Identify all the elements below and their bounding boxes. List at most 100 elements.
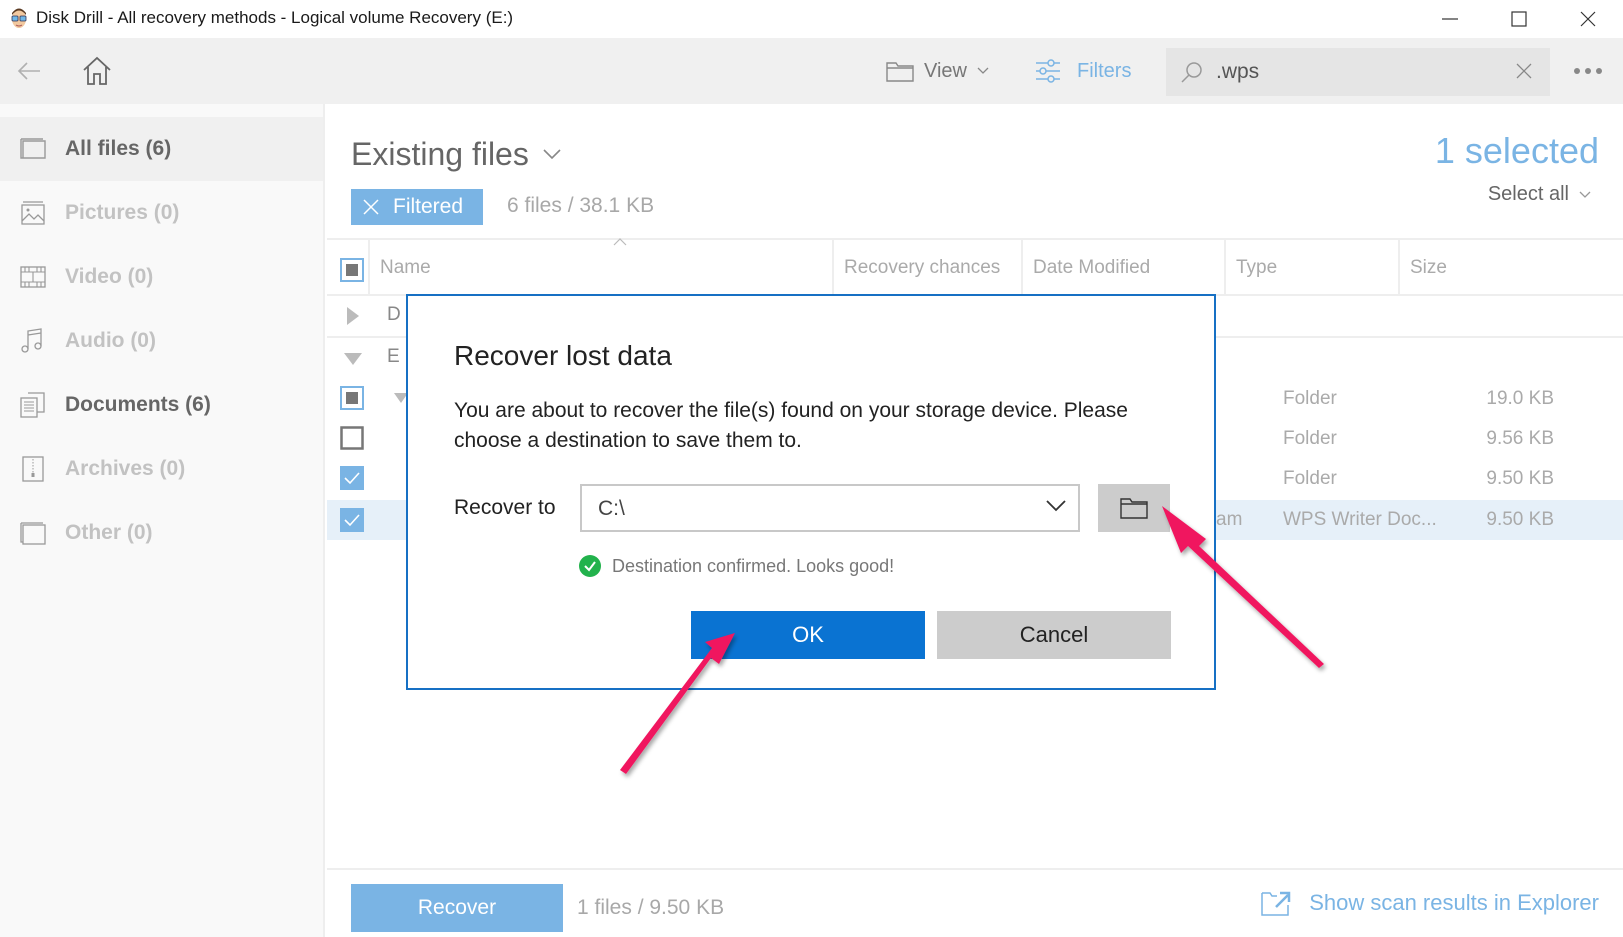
filters-sliders-icon <box>1036 59 1060 83</box>
column-header-date-modified[interactable]: Date Modified <box>1021 240 1224 296</box>
sidebar: All files (6) Pictures (0) Video (0) Aud… <box>0 104 325 937</box>
select-all-label: Select all <box>1487 183 1569 205</box>
column-header-name[interactable]: Name <box>368 240 832 296</box>
filtered-chip[interactable]: Filtered <box>351 189 483 225</box>
row-size: 9.50 KB <box>1486 509 1554 530</box>
remove-filter-icon[interactable] <box>363 199 379 215</box>
search-icon <box>1181 62 1202 83</box>
back-arrow-icon[interactable] <box>14 56 44 86</box>
sidebar-item-label: Other (0) <box>65 521 153 544</box>
unchecked-checkbox[interactable] <box>340 426 364 450</box>
checked-checkbox[interactable] <box>340 508 364 532</box>
success-check-icon <box>579 555 601 577</box>
column-label: Name <box>380 257 431 278</box>
row-type: WPS Writer Doc... <box>1283 509 1437 530</box>
destination-value: C:\ <box>598 497 625 520</box>
chevron-down-icon <box>1579 191 1591 198</box>
recover-dialog: Recover lost data You are about to recov… <box>406 294 1216 690</box>
destination-status: Destination confirmed. Looks good! <box>578 554 894 578</box>
row-size: 19.0 KB <box>1486 388 1554 409</box>
filters-label: Filters <box>1077 59 1132 82</box>
row-type: Folder <box>1283 388 1337 409</box>
filters-button[interactable]: Filters <box>1035 56 1131 86</box>
sidebar-item-label: Documents (6) <box>65 393 211 416</box>
maximize-button[interactable] <box>1484 0 1554 38</box>
column-header-recovery-chances[interactable]: Recovery chances <box>832 240 1021 296</box>
status-text: Destination confirmed. Looks good! <box>612 555 895 576</box>
row-name: E <box>387 346 400 367</box>
column-header-type[interactable]: Type <box>1224 240 1398 296</box>
home-icon[interactable] <box>80 54 114 88</box>
all-files-icon <box>20 138 46 159</box>
sidebar-item-all-files[interactable]: All files (6) <box>0 117 323 181</box>
clear-search-icon[interactable] <box>1516 63 1532 79</box>
file-table-header: Name Recovery chances Date Modified Type… <box>327 238 1623 296</box>
disk-drill-logo-icon <box>11 8 27 28</box>
sidebar-item-label: Audio (0) <box>65 329 156 352</box>
selection-summary: 1 files / 9.50 KB <box>577 896 725 919</box>
close-button[interactable] <box>1553 0 1623 38</box>
sidebar-item-label: Pictures (0) <box>65 201 180 224</box>
pictures-icon <box>21 201 45 225</box>
row-size: 9.50 KB <box>1486 468 1554 489</box>
checked-checkbox[interactable] <box>340 466 364 490</box>
documents-icon <box>20 392 45 418</box>
sidebar-item-label: Archives (0) <box>65 457 186 480</box>
sidebar-item-archives[interactable]: Archives (0) <box>0 437 323 501</box>
window-title: Disk Drill - All recovery methods - Logi… <box>36 8 514 27</box>
column-label: Type <box>1236 257 1278 278</box>
view-label: View <box>924 59 967 82</box>
chevron-down-icon <box>1046 500 1066 512</box>
sidebar-item-other[interactable]: Other (0) <box>0 501 323 565</box>
footer-bar: Recover 1 files / 9.50 KB Show scan resu… <box>327 868 1623 937</box>
row-name: D <box>387 304 401 325</box>
toolbar: View Filters <box>0 38 1623 104</box>
minimize-icon <box>1442 18 1458 20</box>
search-input[interactable] <box>1216 56 1496 88</box>
audio-icon <box>21 328 42 353</box>
view-menu-button[interactable]: View <box>886 56 989 86</box>
title-bar: Disk Drill - All recovery methods - Logi… <box>0 0 1623 38</box>
column-label: Size <box>1410 257 1447 278</box>
row-type: Folder <box>1283 428 1337 449</box>
dialog-title: Recover lost data <box>454 340 672 371</box>
column-label: Date Modified <box>1033 257 1151 278</box>
sidebar-item-video[interactable]: Video (0) <box>0 245 323 309</box>
destination-dropdown[interactable]: C:\ <box>580 484 1080 532</box>
recover-button[interactable]: Recover <box>351 884 563 932</box>
row-type: Folder <box>1283 468 1337 489</box>
page-title: Existing files <box>351 136 529 172</box>
cancel-button[interactable]: Cancel <box>937 611 1171 659</box>
existing-files-dropdown[interactable]: Existing files <box>351 136 561 173</box>
select-all-dropdown[interactable]: Select all <box>1488 183 1591 206</box>
files-summary: 6 files / 38.1 KB <box>507 194 655 217</box>
more-options-button[interactable] <box>1574 62 1610 80</box>
sidebar-item-documents[interactable]: Documents (6) <box>0 373 323 437</box>
explorer-link-label: Show scan results in Explorer <box>1309 890 1599 915</box>
folder-icon <box>886 62 914 82</box>
maximize-icon <box>1511 11 1527 27</box>
partial-checkbox[interactable] <box>340 386 364 410</box>
chevron-down-icon <box>977 67 989 74</box>
column-label: Recovery chances <box>844 257 1001 278</box>
sidebar-item-label: Video (0) <box>65 265 154 288</box>
sidebar-item-label: All files (6) <box>65 137 172 160</box>
recover-to-label: Recover to <box>454 496 556 519</box>
column-header-size[interactable]: Size <box>1398 240 1623 296</box>
sidebar-item-pictures[interactable]: Pictures (0) <box>0 181 323 245</box>
dot <box>1574 68 1580 74</box>
collapse-triangle-icon[interactable] <box>343 352 363 366</box>
filtered-label: Filtered <box>393 195 464 218</box>
browse-folder-button[interactable] <box>1098 484 1170 532</box>
search-box <box>1166 48 1550 96</box>
select-all-checkbox[interactable] <box>340 258 364 282</box>
ok-button[interactable]: OK <box>691 611 925 659</box>
dialog-message: You are about to recover the file(s) fou… <box>454 399 1128 452</box>
show-in-explorer-link[interactable]: Show scan results in Explorer <box>1261 890 1599 916</box>
selected-count: 1 selected <box>1434 130 1599 171</box>
minimize-button[interactable] <box>1415 0 1485 38</box>
row-date: am <box>1216 509 1243 530</box>
expand-triangle-icon[interactable] <box>346 306 360 326</box>
open-external-folder-icon <box>1261 891 1291 916</box>
sidebar-item-audio[interactable]: Audio (0) <box>0 309 323 373</box>
